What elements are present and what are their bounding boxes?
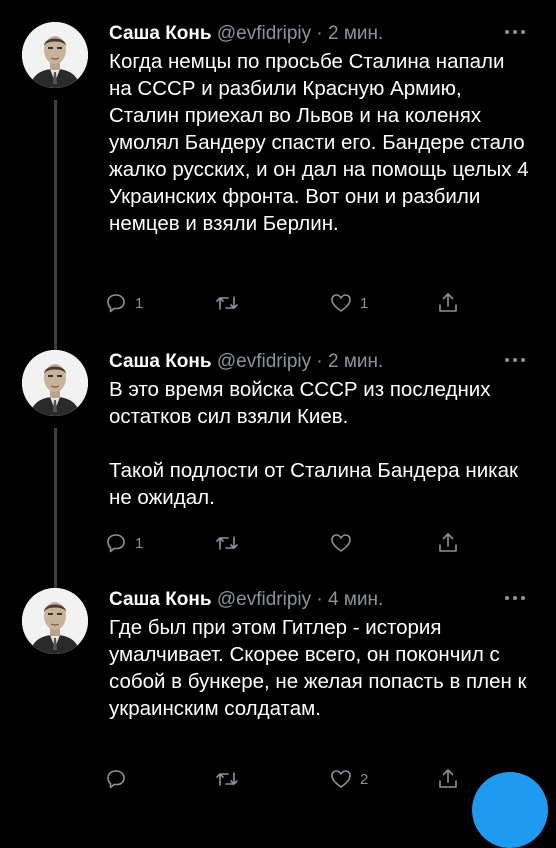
avatar-image <box>22 588 88 654</box>
tweet-text: В это время войска СССР из последних ост… <box>109 376 529 511</box>
retweet-icon <box>216 296 238 310</box>
separator: · <box>316 589 323 610</box>
display-name[interactable]: Саша Конь <box>109 23 212 44</box>
retweet-button[interactable] <box>214 528 247 558</box>
heart-icon <box>331 294 351 312</box>
tweet-text: Где был при этом Гитлер - история умалчи… <box>109 614 529 722</box>
tweet[interactable]: Саша Конь @evfidripiy · 2 мин. Когда нем… <box>0 22 556 342</box>
tweet-text: Когда немцы по просьбе Сталина напали на… <box>109 48 529 237</box>
reply-count: 1 <box>135 534 144 552</box>
user-handle[interactable]: @evfidripiy <box>217 23 311 44</box>
more-icon[interactable] <box>505 26 535 38</box>
share-icon <box>439 769 457 788</box>
tweet-header: Саша Конь @evfidripiy · 2 мин. <box>109 22 383 46</box>
retweet-button[interactable] <box>214 288 247 318</box>
like-button[interactable]: 2 <box>329 764 368 794</box>
share-button[interactable] <box>436 528 460 558</box>
retweet-button[interactable] <box>214 764 247 794</box>
retweet-icon <box>216 772 238 786</box>
separator: · <box>316 351 323 372</box>
user-handle[interactable]: @evfidripiy <box>217 589 311 610</box>
share-icon <box>439 533 457 552</box>
avatar[interactable] <box>22 588 88 654</box>
like-button[interactable]: 1 <box>329 288 368 318</box>
reply-button[interactable] <box>104 764 135 794</box>
separator: · <box>316 23 323 44</box>
tweet-header: Саша Конь @evfidripiy · 4 мин. <box>109 588 383 612</box>
like-button[interactable] <box>329 528 360 558</box>
tweet-actions: 1 1 <box>104 288 524 318</box>
tweet-paragraph: Такой подлости от Сталина Бандера никак … <box>109 459 518 509</box>
avatar[interactable] <box>22 350 88 416</box>
tweet[interactable]: Саша Конь @evfidripiy · 4 мин. Где был п… <box>0 588 556 800</box>
timestamp[interactable]: 2 мин. <box>328 23 383 44</box>
timestamp[interactable]: 4 мин. <box>328 589 383 610</box>
tweet-paragraph: В это время войска СССР из последних ост… <box>109 378 491 428</box>
tweet-paragraph: Где был при этом Гитлер - история умалчи… <box>109 616 527 720</box>
reply-icon <box>107 770 125 789</box>
reply-count: 1 <box>135 294 144 312</box>
tweet-paragraph: Когда немцы по просьбе Сталина напали на… <box>109 50 529 235</box>
avatar-image <box>22 22 88 88</box>
more-icon[interactable] <box>505 354 535 366</box>
share-icon <box>439 293 457 312</box>
more-icon[interactable] <box>505 592 535 604</box>
reply-icon <box>107 534 125 553</box>
heart-icon <box>331 770 351 788</box>
share-button[interactable] <box>436 764 460 794</box>
timestamp[interactable]: 2 мин. <box>328 351 383 372</box>
heart-icon <box>331 534 351 552</box>
tweet-actions: 2 <box>104 764 524 794</box>
like-count: 1 <box>360 294 369 312</box>
compose-tweet-button[interactable] <box>472 772 548 848</box>
share-button[interactable] <box>436 288 460 318</box>
tweet-header: Саша Конь @evfidripiy · 2 мин. <box>109 350 383 374</box>
avatar[interactable] <box>22 22 88 88</box>
display-name[interactable]: Саша Конь <box>109 351 212 372</box>
reply-button[interactable]: 1 <box>104 528 143 558</box>
user-handle[interactable]: @evfidripiy <box>217 351 311 372</box>
like-count: 2 <box>360 770 369 788</box>
tweet-actions: 1 <box>104 528 524 558</box>
tweet[interactable]: Саша Конь @evfidripiy · 2 мин. В это вре… <box>0 350 556 570</box>
retweet-icon <box>216 536 238 550</box>
display-name[interactable]: Саша Конь <box>109 589 212 610</box>
reply-icon <box>107 294 125 313</box>
reply-button[interactable]: 1 <box>104 288 143 318</box>
avatar-image <box>22 350 88 416</box>
